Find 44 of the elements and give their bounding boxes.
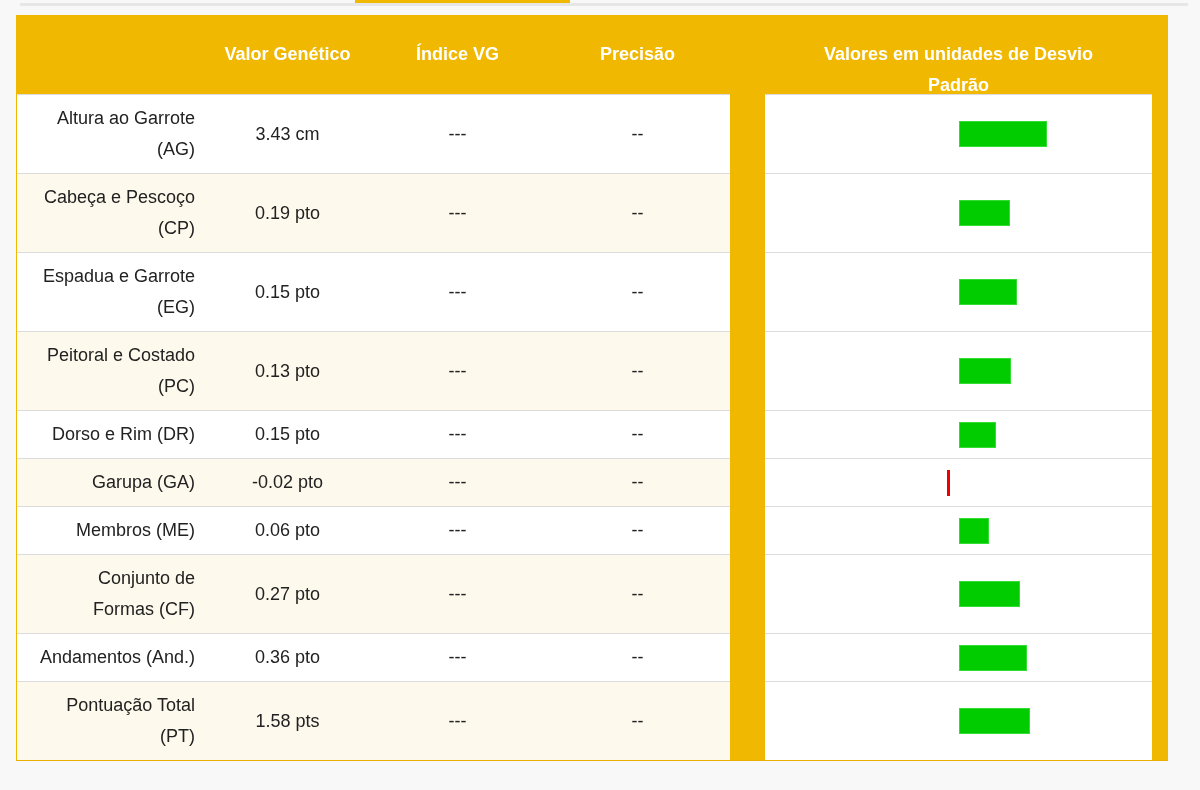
table-cell: -- bbox=[545, 554, 730, 633]
table-cell: -- bbox=[545, 94, 730, 173]
table-cell: --- bbox=[370, 331, 545, 410]
row-label-cell: Pontuação Total (PT) bbox=[17, 681, 205, 760]
table-cell: -- bbox=[545, 633, 730, 681]
row-label-cell: Andamentos (And.) bbox=[17, 633, 205, 681]
table-cell: --- bbox=[370, 506, 545, 554]
row-label-cell: Conjunto de Formas (CF) bbox=[17, 554, 205, 633]
table-cell: --- bbox=[370, 681, 545, 760]
table-cell: 0.06 pto bbox=[205, 506, 370, 554]
row-label-cell: Dorso e Rim (DR) bbox=[17, 410, 205, 458]
row-label-cell: Espadua e Garrote (EG) bbox=[17, 252, 205, 331]
row-label-cell: Altura ao Garrote (AG) bbox=[17, 94, 205, 173]
table-cell: 1.58 pts bbox=[205, 681, 370, 760]
table-cell: --- bbox=[370, 94, 545, 173]
table-cell: -- bbox=[545, 458, 730, 506]
table-cell: 3.43 cm bbox=[205, 94, 370, 173]
column-header: Valores em unidades de Desvio Padrão bbox=[823, 44, 1094, 95]
column-header: Valor Genético bbox=[224, 44, 351, 64]
table-cell: -- bbox=[545, 681, 730, 760]
table-cell: --- bbox=[370, 633, 545, 681]
table-cell: -- bbox=[545, 252, 730, 331]
table-cell: --- bbox=[370, 252, 545, 331]
row-label-cell: Cabeça e Pescoço (CP) bbox=[17, 173, 205, 252]
table-cell: 0.27 pto bbox=[205, 554, 370, 633]
table-cell: 0.36 pto bbox=[205, 633, 370, 681]
table-cell: --- bbox=[370, 410, 545, 458]
row-label-cell: Garupa (GA) bbox=[17, 458, 205, 506]
table-cell: --- bbox=[370, 554, 545, 633]
table-cell: -- bbox=[545, 410, 730, 458]
table-cell: --- bbox=[370, 458, 545, 506]
row-label-cell: Membros (ME) bbox=[17, 506, 205, 554]
table-cell: --- bbox=[370, 173, 545, 252]
table-cell: 0.15 pto bbox=[205, 410, 370, 458]
table-cell: -- bbox=[545, 173, 730, 252]
table-cell: 0.13 pto bbox=[205, 331, 370, 410]
column-header: Precisão bbox=[599, 44, 676, 64]
row-label-cell: Peitoral e Costado (PC) bbox=[17, 331, 205, 410]
table-cell: 0.15 pto bbox=[205, 252, 370, 331]
table-cell: -- bbox=[545, 506, 730, 554]
table-cell: -0.02 pto bbox=[205, 458, 370, 506]
table-cell: -- bbox=[545, 331, 730, 410]
column-header: Índice VG bbox=[416, 44, 499, 64]
table-cell: 0.19 pto bbox=[205, 173, 370, 252]
